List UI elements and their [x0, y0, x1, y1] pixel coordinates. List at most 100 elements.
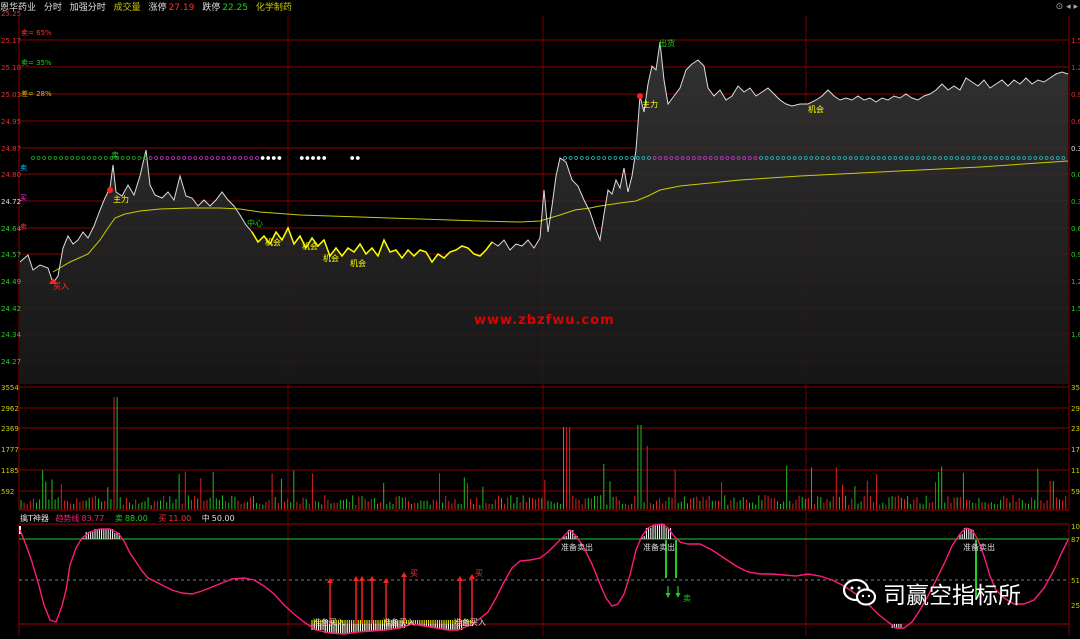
- side-label-sell-65: 卖= 65%: [21, 29, 52, 37]
- signal-dot: [131, 156, 136, 160]
- signal-dot: [154, 156, 159, 160]
- price-tick-label: 25.10: [1, 64, 21, 72]
- signal-dot: [87, 156, 91, 160]
- osc-trend-value: 83.77: [81, 514, 105, 523]
- signal-dot: [613, 156, 618, 160]
- osc-tick-label: 51: [1071, 577, 1080, 585]
- signal-dot: [355, 156, 360, 160]
- signal-dot: [120, 156, 125, 160]
- signal-dot: [579, 156, 584, 160]
- signal-dot: [585, 156, 590, 160]
- annotation-prepare-sell-2: 准备卖出: [643, 542, 675, 552]
- osc-name[interactable]: 擒T神器: [20, 514, 49, 523]
- main-force-marker-2: [637, 93, 643, 99]
- signal-dot: [204, 156, 209, 160]
- signal-dot: [199, 156, 203, 160]
- signal-dot: [92, 156, 97, 160]
- sell-arrow-head: [675, 593, 681, 598]
- price-tick-label: 24.80: [1, 171, 21, 179]
- signal-dot: [305, 156, 310, 160]
- signal-dot: [249, 156, 254, 160]
- wechat-account-name: 司赢空指标所: [883, 583, 1021, 609]
- volume-grid: [19, 386, 1069, 492]
- signal-dot: [171, 156, 175, 160]
- signal-dot: [619, 156, 623, 160]
- osc-buy-label: 买: [158, 514, 167, 523]
- annotation-ship-out: 出货: [659, 38, 675, 48]
- osc-mid-value: 50.00: [211, 514, 235, 523]
- osc-mid: 中 50.00: [202, 514, 239, 523]
- percent-tick-label: 0.6: [1071, 225, 1080, 233]
- signal-dot: [176, 156, 181, 160]
- volume-right-tick-label: 17: [1071, 446, 1080, 454]
- left-axis-ticks: 25.25 25.17 25.10 25.03 24.95 24.87 24.80 24.72…: [1, 10, 22, 496]
- annotation-sell-top: 卖: [111, 151, 119, 160]
- signal-dot: [630, 156, 635, 160]
- volume-tick-label: 1777: [1, 446, 19, 454]
- price-tick-label: 24.49: [1, 278, 21, 286]
- side-label-sell-b: 卖: [20, 223, 27, 231]
- sell-arrow-head: [665, 593, 671, 598]
- osc-tick-label: 10: [1071, 523, 1080, 531]
- signal-dot: [624, 156, 629, 160]
- annotation-main-force-1: 主力: [113, 194, 129, 204]
- signal-dot: [36, 156, 41, 160]
- annotation-opportunity-2: 机会: [302, 241, 318, 251]
- signal-dot: [210, 156, 215, 160]
- main-force-marker-1: [107, 187, 113, 193]
- osc-mid-label: 中: [201, 514, 210, 523]
- signal-dot: [103, 156, 108, 160]
- signal-dot: [98, 156, 103, 160]
- buy-arrow-head: [359, 576, 365, 581]
- signal-dot: [238, 156, 243, 160]
- signal-dot: [607, 156, 612, 160]
- price-tick-label: 25.17: [1, 37, 21, 45]
- annotation-buy-small-1: 买: [410, 569, 418, 578]
- price-tick-label: 24.57: [1, 251, 21, 259]
- side-label-buy: 买: [20, 194, 27, 202]
- signal-dot: [563, 156, 567, 160]
- price-tick-label: 24.87: [1, 145, 21, 153]
- annotation-opportunity-4: 机会: [350, 258, 366, 268]
- signal-dot: [75, 156, 80, 160]
- signal-dot: [126, 156, 131, 160]
- buy-arrow-head: [457, 576, 463, 581]
- annotation-main-force-2: 主力: [642, 99, 658, 109]
- signal-dot: [602, 156, 607, 160]
- buy-arrow-head: [383, 578, 389, 583]
- annotation-opportunity-1: 机会: [265, 237, 281, 247]
- signal-dot: [316, 156, 321, 160]
- osc-tick-label: 87: [1071, 536, 1080, 544]
- price-tick-label: 25.03: [1, 91, 21, 99]
- signal-dot: [350, 156, 355, 160]
- signal-dot: [42, 156, 47, 160]
- oscillator-header: 擒T神器 趋势线 83.77 卖 88.00 买 11.00 中 50.00: [20, 514, 243, 524]
- percent-tick-label: 1.5: [1071, 305, 1080, 313]
- volume-right-tick-label: 59: [1071, 488, 1080, 496]
- wechat-icon: [843, 578, 877, 606]
- osc-trend-label: 趋势线: [55, 514, 80, 523]
- annotation-buy: 买入: [53, 282, 69, 291]
- annotation-sell-small: 卖: [683, 594, 691, 603]
- signal-dot: [311, 156, 315, 160]
- annotation-buy-small-2: 买: [475, 569, 483, 578]
- signal-dot: [591, 156, 595, 160]
- watermark-url: www.zbzfwu.com: [474, 313, 615, 328]
- percent-tick-label: 0.3: [1071, 198, 1080, 206]
- signal-dot: [221, 156, 226, 160]
- signal-dot: [260, 156, 265, 160]
- price-area-fill: [20, 42, 1068, 384]
- signal-dot: [137, 156, 142, 160]
- annotation-prepare-buy-1: 准备买入: [313, 617, 345, 627]
- osc-sell: 卖 88.00: [115, 514, 152, 523]
- percent-tick-label: 1.5: [1071, 37, 1080, 45]
- osc-buy-value: 11.00: [168, 514, 192, 523]
- signal-dot: [215, 156, 220, 160]
- price-tick-label: 24.95: [1, 118, 21, 126]
- percent-tick-label: 0.3: [1071, 145, 1080, 153]
- signal-dot: [31, 156, 35, 160]
- side-label-diff-28: 差= 28%: [21, 90, 52, 98]
- signal-dot: [255, 156, 259, 160]
- percent-tick-label: 0.0: [1071, 171, 1080, 179]
- signal-dot: [70, 156, 75, 160]
